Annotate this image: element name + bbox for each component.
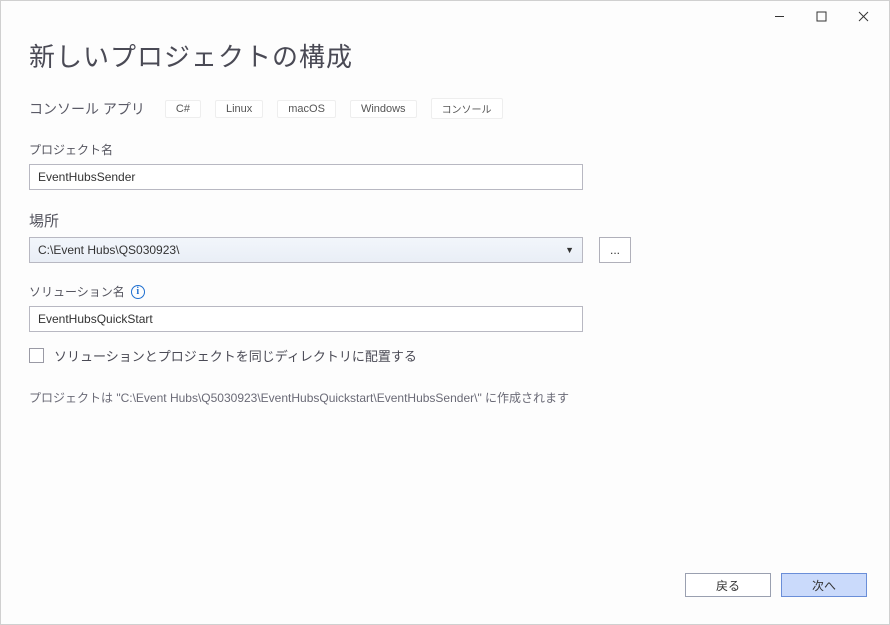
page-title: 新しいプロジェクトの構成 (29, 37, 861, 74)
template-tag: Windows (350, 100, 417, 118)
template-tag: macOS (277, 100, 336, 118)
solution-name-input[interactable] (29, 306, 583, 332)
close-icon (858, 11, 869, 22)
solution-name-label-text: ソリューション名 (29, 283, 125, 300)
template-tag: Linux (215, 100, 263, 118)
solution-name-label: ソリューション名 i (29, 283, 861, 300)
close-button[interactable] (843, 3, 883, 29)
template-tag: C# (165, 100, 201, 118)
location-value: C:\Event Hubs\QS030923\ (38, 243, 179, 257)
back-button[interactable]: 戻る (685, 573, 771, 597)
same-directory-label: ソリューションとプロジェクトを同じディレクトリに配置する (54, 346, 417, 365)
location-row: C:\Event Hubs\QS030923\ ▼ ... (29, 237, 861, 263)
minimize-icon (774, 11, 785, 22)
window-titlebar (1, 1, 889, 31)
minimize-button[interactable] (759, 3, 799, 29)
content-area: 新しいプロジェクトの構成 コンソール アプリ C# Linux macOS Wi… (1, 31, 889, 564)
project-name-label: プロジェクト名 (29, 141, 861, 158)
creation-path-note: プロジェクトは "C:\Event Hubs\Q5030923\EventHub… (29, 389, 861, 406)
new-project-config-window: 新しいプロジェクトの構成 コンソール アプリ C# Linux macOS Wi… (0, 0, 890, 625)
location-label: 場所 (29, 210, 861, 231)
browse-button[interactable]: ... (599, 237, 631, 263)
same-directory-checkbox[interactable] (29, 348, 44, 363)
maximize-button[interactable] (801, 3, 841, 29)
info-icon[interactable]: i (131, 285, 145, 299)
template-row: コンソール アプリ C# Linux macOS Windows コンソール (29, 98, 861, 119)
chevron-down-icon: ▼ (565, 245, 574, 255)
template-name: コンソール アプリ (29, 99, 145, 119)
project-name-input[interactable] (29, 164, 583, 190)
maximize-icon (816, 11, 827, 22)
location-dropdown[interactable]: C:\Event Hubs\QS030923\ ▼ (29, 237, 583, 263)
template-tag: コンソール (431, 98, 503, 119)
next-button[interactable]: 次へ (781, 573, 867, 597)
footer: 戻る 次へ (1, 564, 889, 624)
same-directory-row: ソリューションとプロジェクトを同じディレクトリに配置する (29, 346, 861, 365)
